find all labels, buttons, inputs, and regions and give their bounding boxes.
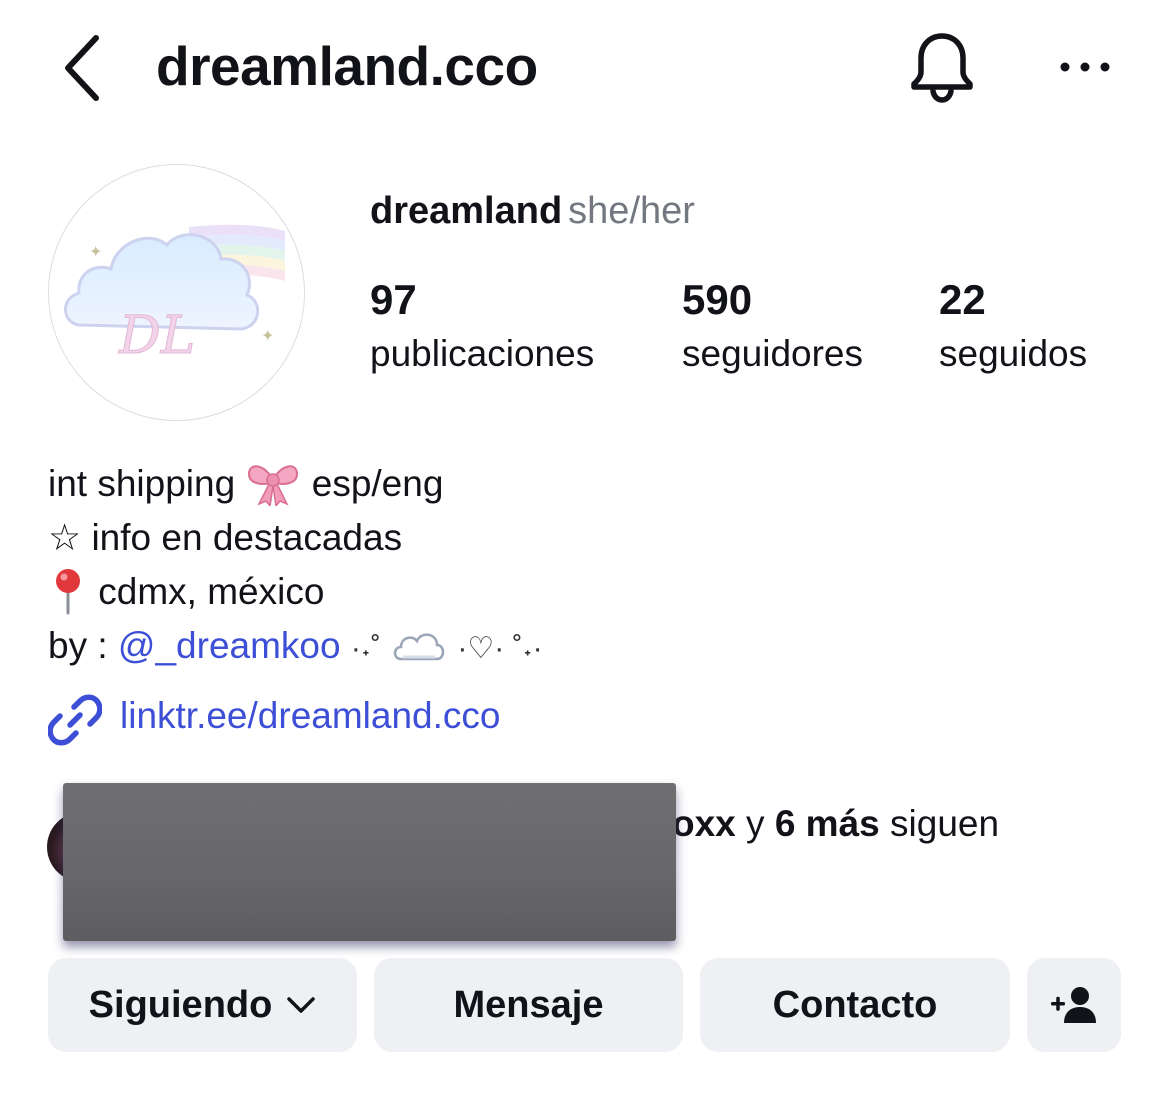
message-button-label: Mensaje bbox=[453, 983, 604, 1026]
following-button-label: Siguiendo bbox=[88, 983, 273, 1026]
message-button[interactable]: Mensaje bbox=[374, 958, 683, 1052]
stat-posts[interactable]: 97 publicaciones bbox=[370, 274, 594, 379]
pronouns: she/her bbox=[568, 190, 695, 232]
mutual-followers-text[interactable]: oxx y 6 más siguen bbox=[672, 796, 999, 852]
link-icon bbox=[48, 694, 102, 746]
contact-button-label: Contacto bbox=[772, 983, 938, 1026]
bio-line-info: ☆ info en destacadas bbox=[48, 517, 403, 558]
location-pin-icon bbox=[56, 569, 80, 615]
bio-line-by: by : @_dreamkoo ·˖˚ ·♡· ˚˖· bbox=[48, 619, 1128, 673]
stat-followers[interactable]: 590 seguidores bbox=[682, 274, 863, 379]
bio-language-text: esp/eng bbox=[311, 463, 444, 504]
mutual-more-count: 6 más bbox=[774, 803, 880, 844]
chevron-down-icon bbox=[287, 997, 316, 1013]
bio-line-location: cdmx, méxico bbox=[48, 565, 1128, 619]
posts-count: 97 bbox=[370, 276, 417, 323]
cloud-rainbow-logo: ✦ ✦ DL bbox=[64, 224, 285, 367]
top-navigation-bar: dreamland.cco bbox=[0, 0, 1161, 140]
bio-link-text: linktr.ee/dreamland.cco bbox=[120, 695, 501, 736]
following-label: seguidos bbox=[939, 333, 1088, 374]
bio-deco-sparkle: ·˖˚ bbox=[350, 632, 381, 665]
bio-mention-link[interactable]: @_dreamkoo bbox=[118, 625, 341, 666]
following-count: 22 bbox=[939, 276, 986, 323]
contact-button[interactable]: Contacto bbox=[700, 958, 1010, 1052]
profile-avatar[interactable]: ✦ ✦ DL bbox=[48, 164, 305, 421]
mutual-follower-name-fragment: oxx bbox=[672, 803, 736, 844]
posts-label: publicaciones bbox=[370, 333, 595, 374]
chevron-left-icon bbox=[65, 35, 99, 101]
back-button[interactable] bbox=[52, 28, 116, 108]
avatar-monogram: DL bbox=[118, 306, 195, 366]
profile-bio: int shipping esp/eng ☆ info en destacada… bbox=[48, 457, 1128, 673]
svg-text:✦: ✦ bbox=[89, 242, 102, 261]
bio-by-prefix: by : bbox=[48, 625, 108, 666]
cloud-emoji-icon bbox=[393, 633, 445, 661]
ribbon-bow-icon bbox=[248, 465, 299, 507]
suggested-users-button[interactable] bbox=[1027, 958, 1121, 1052]
followers-count: 590 bbox=[682, 276, 753, 323]
bio-deco-heart: ·♡· ˚˖· bbox=[457, 632, 543, 665]
add-person-icon bbox=[1051, 987, 1096, 1023]
bio-line-shipping: int shipping esp/eng bbox=[48, 457, 1128, 511]
following-button[interactable]: Siguiendo bbox=[48, 958, 357, 1052]
bio-shipping-text: int shipping bbox=[48, 463, 236, 504]
redaction-overlay bbox=[63, 783, 676, 941]
bio-location-text: cdmx, méxico bbox=[98, 571, 325, 612]
profile-name-row: dreamland she/her bbox=[370, 186, 695, 236]
stat-following[interactable]: 22 seguidos bbox=[939, 274, 1087, 379]
display-name: dreamland bbox=[370, 190, 563, 232]
followers-label: seguidores bbox=[682, 333, 864, 374]
more-options-button[interactable] bbox=[1056, 48, 1116, 88]
mutual-suffix: siguen bbox=[890, 803, 1000, 844]
svg-text:✦: ✦ bbox=[261, 326, 274, 345]
bell-icon bbox=[911, 33, 973, 103]
more-horizontal-icon bbox=[1060, 62, 1110, 72]
profile-username-title: dreamland.cco bbox=[156, 35, 538, 97]
mutual-joiner: y bbox=[746, 803, 765, 844]
notifications-button[interactable] bbox=[905, 30, 979, 104]
